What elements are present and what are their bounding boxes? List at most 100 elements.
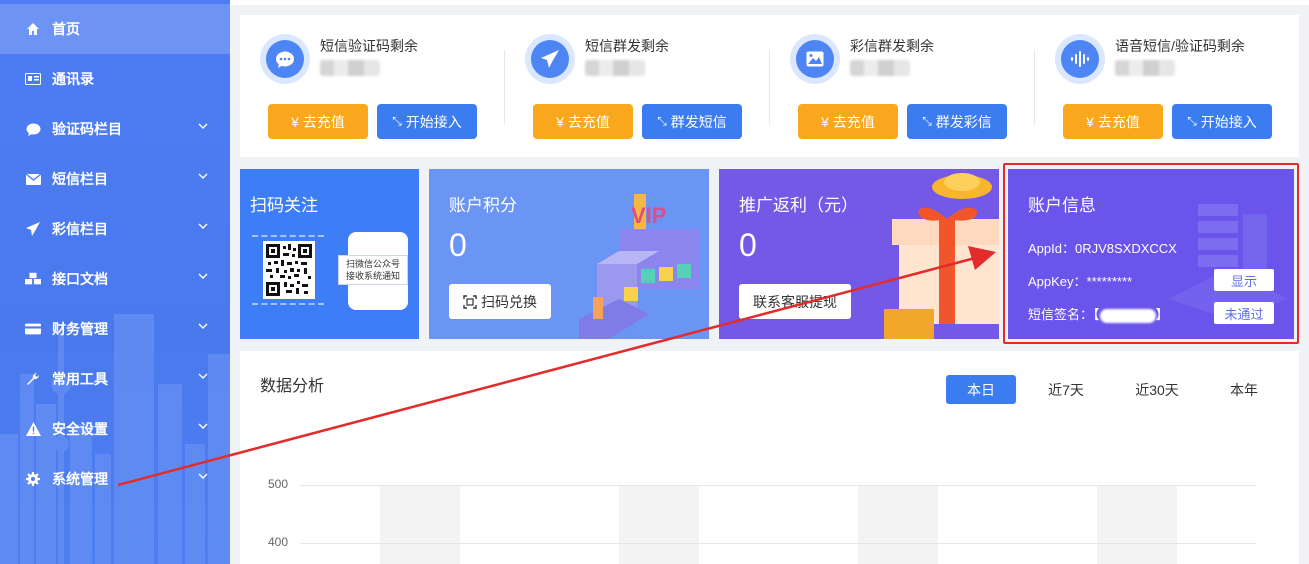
send-bulk-mms-button[interactable]: ⤡ 群发彩信	[907, 104, 1007, 139]
balance-stats-card: 短信验证码剩余 ¥ 去充值 ⤡开始接入 短信群发剩余 ¥ 去充值 ⤡群发短信	[240, 15, 1299, 157]
phone-note: 扫微信公众号 接收系统通知	[338, 255, 408, 285]
sidebar-item-label: 系统管理	[52, 471, 108, 487]
show-appkey-button[interactable]: 显示	[1214, 269, 1274, 291]
stat-mms-bulk: 彩信群发剩余 ¥ 去充值 ⤡ 群发彩信	[770, 15, 1035, 157]
tab-7-days[interactable]: 近7天	[1031, 375, 1101, 404]
expand-arrows-icon: ⤡	[657, 114, 667, 128]
cubes-icon	[25, 271, 41, 287]
recharge-label: 去充值	[832, 113, 875, 130]
account-points-panel: VIP 账户积分 0 扫码兑换	[429, 169, 709, 339]
chevron-down-icon	[198, 423, 208, 429]
sidebar-item-label: 彩信栏目	[52, 221, 108, 237]
sidebar-item-sms[interactable]: 短信栏目	[0, 154, 230, 204]
start-integration-button[interactable]: ⤡ 开始接入	[1172, 104, 1272, 139]
panel-title: 账户积分	[449, 196, 517, 215]
panel-title: 推广返利（元）	[739, 196, 858, 215]
paper-plane-icon	[25, 221, 41, 237]
appid-label: AppId：	[1028, 241, 1075, 256]
stat-value-redacted	[1115, 60, 1175, 76]
note-line: 接收系统通知	[345, 271, 400, 281]
gear-icon	[25, 471, 41, 487]
section-title: 数据分析	[260, 378, 325, 395]
signature-status-button[interactable]: 未通过	[1214, 302, 1274, 324]
paper-plane-icon	[531, 40, 569, 78]
appkey-label: AppKey：	[1028, 274, 1087, 289]
send-bulk-sms-button[interactable]: ⤡ 群发短信	[642, 104, 742, 139]
sidebar-item-label: 财务管理	[52, 321, 108, 337]
points-value: 0	[449, 227, 467, 263]
sidebar-item-verification[interactable]: 验证码栏目	[0, 104, 230, 154]
voice-wave-icon	[1061, 40, 1099, 78]
chevron-down-icon	[198, 373, 208, 379]
stat-title: 语音短信/验证码剩余	[1115, 38, 1245, 54]
bracket-open: 【	[1093, 307, 1100, 322]
appid-row: AppId：0RJV8SXDXCCX	[1028, 238, 1177, 257]
y-tick-label: 500	[268, 477, 289, 491]
scan-icon	[463, 294, 477, 309]
tab-30-days[interactable]: 近30天	[1122, 375, 1192, 404]
sidebar-item-system[interactable]: 系统管理	[0, 454, 230, 504]
svg-text:VIP: VIP	[631, 203, 666, 228]
sidebar-item-label: 首页	[52, 21, 80, 37]
appkey-row: AppKey：*********	[1028, 271, 1132, 290]
tab-today[interactable]: 本日	[946, 375, 1016, 404]
home-icon	[25, 21, 41, 37]
contact-withdraw-button[interactable]: 联系客服提现	[739, 284, 851, 319]
sidebar-item-label: 通讯录	[52, 71, 94, 87]
sidebar-item-home[interactable]: 首页	[0, 4, 230, 54]
sidebar-item-mms[interactable]: 彩信栏目	[0, 204, 230, 254]
sidebar-item-tools[interactable]: 常用工具	[0, 354, 230, 404]
main-content: 短信验证码剩余 ¥ 去充值 ⤡开始接入 短信群发剩余 ¥ 去充值 ⤡群发短信	[230, 0, 1309, 564]
tab-this-year[interactable]: 本年	[1209, 375, 1279, 404]
sidebar-item-contacts[interactable]: 通讯录	[0, 54, 230, 104]
button-label: 未通过	[1224, 306, 1264, 322]
account-info-panel: 账户信息 AppId：0RJV8SXDXCCX AppKey：*********…	[1008, 169, 1294, 339]
recharge-button[interactable]: ¥ 去充值	[533, 104, 633, 139]
chart-bar	[380, 485, 460, 564]
button-label: 联系客服提现	[753, 293, 837, 310]
appkey-value: *********	[1086, 274, 1133, 289]
note-line: 扫微信公众号	[345, 259, 400, 269]
sidebar-item-security[interactable]: 安全设置	[0, 404, 230, 454]
wrench-icon	[25, 371, 41, 387]
sidebar-item-label: 验证码栏目	[52, 121, 122, 137]
sidebar-item-api-docs[interactable]: 接口文档	[0, 254, 230, 304]
chevron-down-icon	[198, 123, 208, 129]
recharge-label: 去充值	[1097, 113, 1140, 130]
expand-arrows-icon: ⤡	[392, 114, 402, 128]
panel-title: 账户信息	[1028, 196, 1096, 215]
recharge-button[interactable]: ¥ 去充值	[798, 104, 898, 139]
stat-value-redacted	[850, 60, 910, 76]
recharge-button[interactable]: ¥ 去充值	[1063, 104, 1163, 139]
action-label: 开始接入	[1200, 113, 1257, 130]
button-label: 扫码兑换	[481, 293, 537, 310]
chart-bar	[619, 485, 699, 564]
chevron-down-icon	[198, 173, 208, 179]
scan-follow-panel: 扫码关注 扫微信公众号 接收系统通知	[240, 169, 419, 339]
panel-title: 扫码关注	[250, 196, 318, 215]
envelope-icon	[25, 171, 41, 187]
y-tick-label: 400	[268, 535, 289, 549]
recharge-button[interactable]: ¥ 去充值	[268, 104, 368, 139]
expand-arrows-icon: ⤡	[1187, 114, 1197, 128]
credit-card-icon	[25, 321, 41, 337]
action-label: 群发短信	[670, 113, 727, 130]
warning-icon	[25, 421, 41, 437]
button-label: 显示	[1230, 273, 1257, 289]
start-integration-button[interactable]: ⤡ 开始接入	[377, 104, 477, 139]
rebate-value: 0	[739, 227, 757, 263]
sidebar-item-label: 常用工具	[52, 371, 108, 387]
sidebar-item-finance[interactable]: 财务管理	[0, 304, 230, 354]
data-analysis-card: 数据分析 本日 近7天 近30天 本年 500 400	[240, 351, 1299, 564]
scan-redeem-button[interactable]: 扫码兑换	[449, 284, 551, 319]
stat-icon-circle	[260, 34, 310, 84]
sms-signature-row: 短信签名：【 】	[1028, 304, 1169, 323]
sidebar-item-label: 接口文档	[52, 271, 108, 287]
stat-sms-bulk: 短信群发剩余 ¥ 去充值 ⤡ 群发短信	[505, 15, 770, 157]
currency-symbol: ¥	[291, 113, 299, 130]
chat-bubble-icon	[25, 121, 41, 137]
gift-box-illustration	[884, 173, 999, 339]
stat-icon-circle	[790, 34, 840, 84]
chat-bubble-icon	[266, 40, 304, 78]
chart-gridline	[300, 485, 1256, 486]
